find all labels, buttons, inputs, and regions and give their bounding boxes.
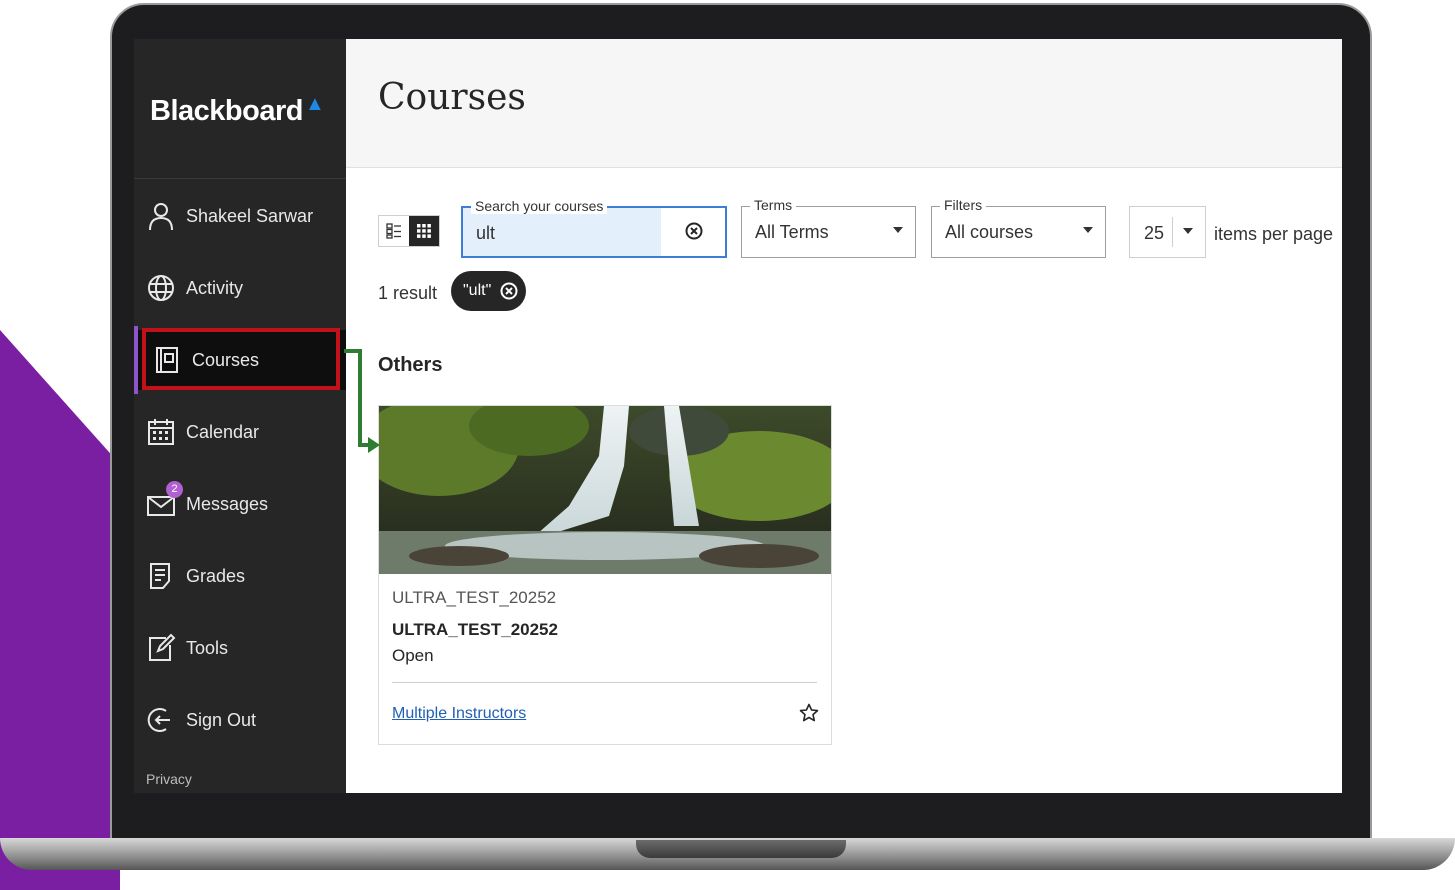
search-filter-chip: "ult" [451,271,527,311]
screen: Blackboard ▲ Shakeel Sarwar Activity Cour… [134,39,1342,793]
laptop-notch [636,840,846,858]
sidebar-item-label: Calendar [186,421,260,442]
course-card[interactable]: ULTRA_TEST_20252 ULTRA_TEST_20252 Open M… [378,405,832,745]
grid-view-icon [417,224,431,238]
background-shape [0,330,120,890]
grades-icon [150,563,170,589]
message-count-badge: 2 [166,481,183,498]
filters-value: All courses [945,222,1034,242]
privacy-link[interactable]: Privacy [146,771,192,787]
chip-label: "ult" [463,282,492,299]
sidebar-divider [134,178,346,179]
grid-view-button[interactable] [409,216,439,246]
items-per-page-label: items per page [1214,224,1334,244]
search-field[interactable]: Search your courses ult [461,198,727,258]
result-count: 1 result [378,283,438,303]
course-name[interactable]: ULTRA_TEST_20252 [392,620,558,640]
sidebar-item-label: Grades [186,565,246,586]
items-per-page-value: 25 [1144,223,1165,243]
envelope-icon-wrap: 2 [146,481,183,519]
sidebar-item-calendar[interactable]: Calendar [134,402,346,462]
sidebar-item-activity[interactable]: Activity [134,258,346,318]
logo-mark-icon: ▲ [304,93,325,115]
sidebar-item-label: Messages [186,493,269,514]
course-banner-image [379,406,831,574]
sidebar: Blackboard ▲ Shakeel Sarwar Activity Cour… [134,39,346,793]
select-divider [1172,217,1173,247]
sidebar-item-profile[interactable]: Shakeel Sarwar [134,186,346,246]
chevron-down-icon [893,227,903,233]
terms-label: Terms [750,197,797,213]
globe-icon [148,275,174,301]
sidebar-item-grades[interactable]: Grades [134,546,346,606]
page-header: Courses [346,39,1342,168]
highlight-box [142,328,340,390]
annotation-arrow [344,349,380,453]
view-toggle [378,215,440,247]
user-icon [149,203,173,231]
sidebar-item-messages[interactable]: 2 Messages [134,474,346,534]
course-status: Open [392,646,434,665]
terms-value: All Terms [755,222,829,242]
page-title: Courses [378,77,526,118]
sidebar-item-tools[interactable]: Tools [134,618,346,678]
blackboard-logo[interactable]: Blackboard ▲ [150,93,325,128]
main-content: Search your courses ult Terms All Terms … [346,168,1342,793]
filters-label: Filters [940,197,987,213]
sidebar-item-label: Activity [186,277,244,298]
list-view-button[interactable] [379,216,409,246]
search-label: Search your courses [471,198,608,214]
chevron-down-icon [1183,228,1193,234]
sidebar-item-label: Sign Out [186,709,257,730]
card-divider [392,682,817,683]
instructors-link[interactable]: Multiple Instructors [392,705,526,723]
items-per-page-select[interactable]: 25 [1129,206,1206,258]
sidebar-item-label: Shakeel Sarwar [186,205,314,226]
star-icon[interactable] [799,703,819,723]
sidebar-item-sign-out[interactable]: Sign Out [134,690,346,750]
calendar-icon [148,419,174,445]
list-view-icon [386,223,401,239]
terms-select[interactable]: Terms All Terms [741,197,916,258]
chevron-down-icon [1083,227,1093,233]
remove-filter-icon[interactable] [500,282,518,300]
course-id: ULTRA_TEST_20252 [392,588,557,607]
clear-search-icon[interactable] [685,222,703,240]
search-input[interactable]: ult [476,223,495,244]
tools-icon [149,633,176,661]
sidebar-item-label: Tools [186,637,229,658]
sign-out-icon [147,708,170,732]
section-title: Others [378,354,443,376]
filters-select[interactable]: Filters All courses [931,197,1106,258]
